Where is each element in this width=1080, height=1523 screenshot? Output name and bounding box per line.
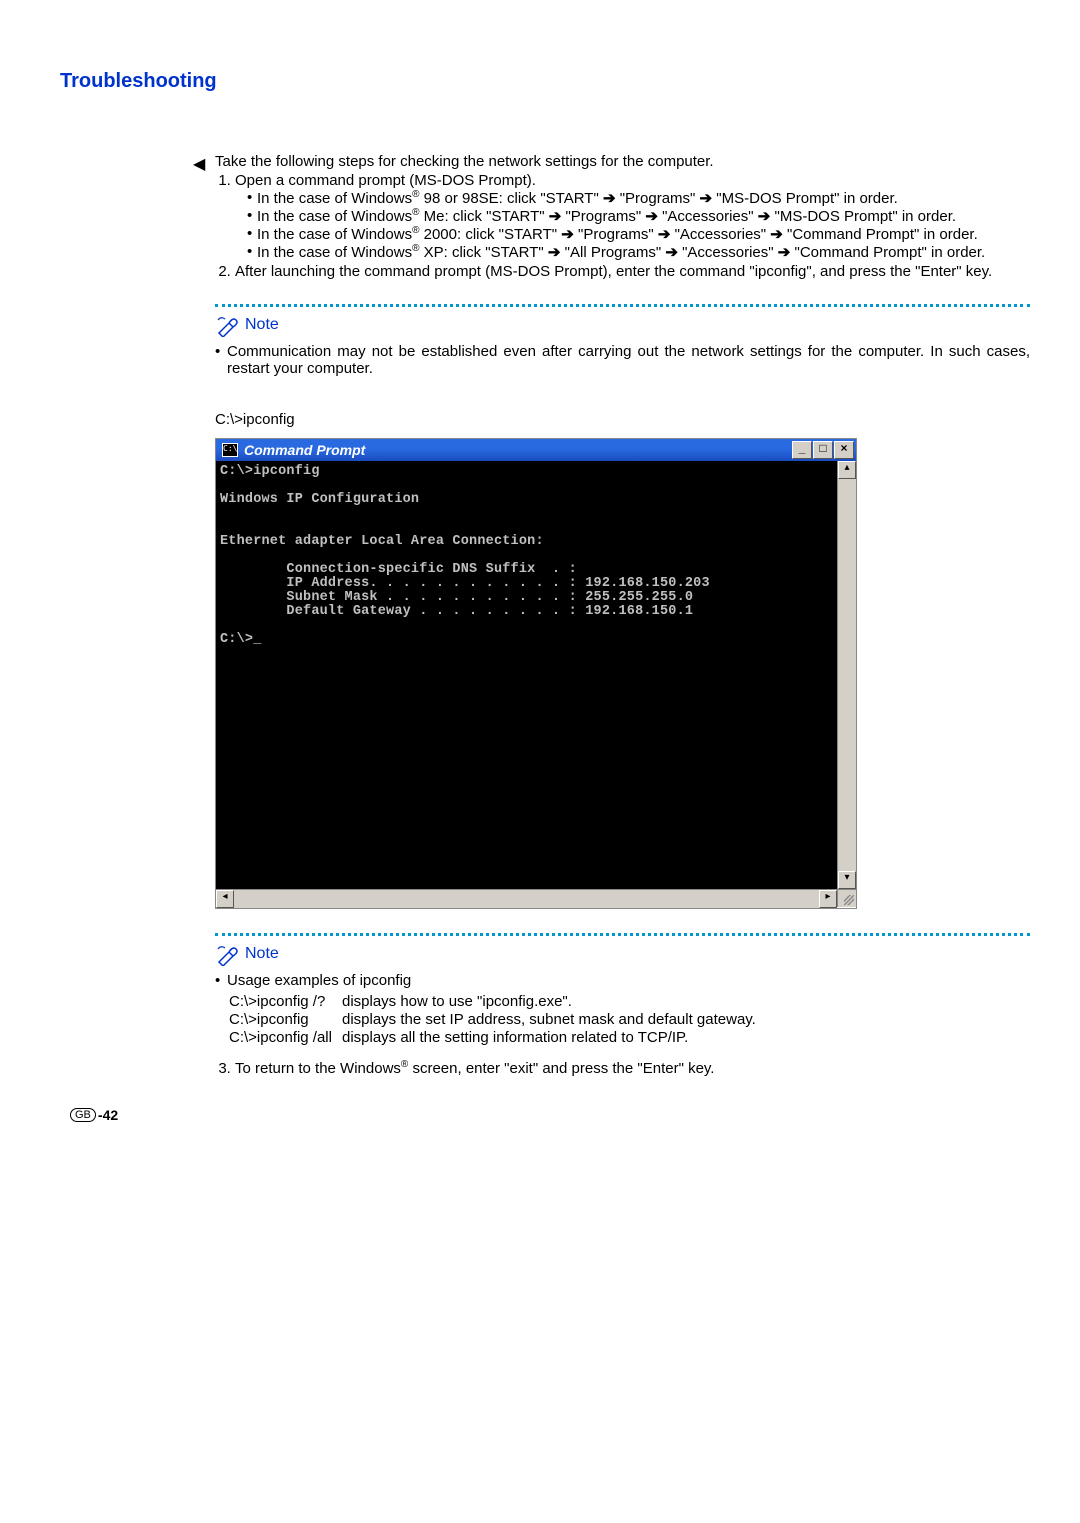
command-prompt-window: C:\ Command Prompt _ □ × C:\>ipconfig Wi… — [215, 438, 857, 909]
resize-grip[interactable] — [837, 889, 856, 907]
bullet-win2000: In the case of Windows® 2000: click "STA… — [247, 225, 1030, 243]
section-title: Troubleshooting — [60, 70, 1030, 93]
step1-text: Open a command prompt (MS-DOS Prompt). — [235, 172, 536, 189]
usage-cmd: C:\>ipconfig — [229, 1011, 342, 1029]
back-arrow-icon: ◀ — [193, 154, 205, 174]
scroll-up-button[interactable]: ▴ — [838, 461, 856, 479]
table-row: C:\>ipconfig /alldisplays all the settin… — [229, 1029, 766, 1047]
cmd-output[interactable]: C:\>ipconfig Windows IP Configuration Et… — [216, 461, 837, 889]
vertical-scrollbar[interactable]: ▴ ▾ — [837, 461, 856, 889]
close-button[interactable]: × — [834, 441, 854, 459]
bullet-win98: In the case of Windows® 98 or 98SE: clic… — [247, 189, 1030, 207]
minimize-button[interactable]: _ — [792, 441, 812, 459]
step-3: To return to the Windows® screen, enter … — [235, 1059, 1030, 1077]
scroll-down-button[interactable]: ▾ — [838, 871, 856, 889]
step-2: After launching the command prompt (MS-D… — [235, 263, 1030, 280]
horizontal-scrollbar[interactable]: ◂ ▸ — [216, 889, 837, 908]
note-1-text: Communication may not be established eve… — [215, 343, 1030, 377]
footer-page-number: -42 — [98, 1107, 118, 1123]
table-row: C:\>ipconfigdisplays the set IP address,… — [229, 1011, 766, 1029]
scroll-right-button[interactable]: ▸ — [819, 890, 837, 908]
note-2-title: Usage examples of ipconfig — [215, 972, 1030, 989]
titlebar[interactable]: C:\ Command Prompt _ □ × — [216, 439, 856, 461]
bullet-winxp: In the case of Windows® XP: click "START… — [247, 243, 1030, 261]
page-footer: GB -42 — [70, 1107, 1030, 1123]
divider-2 — [215, 933, 1030, 936]
note-icon — [215, 313, 239, 337]
note-label: Note — [245, 316, 279, 334]
maximize-button[interactable]: □ — [813, 441, 833, 459]
note-icon-2 — [215, 942, 239, 966]
scroll-left-button[interactable]: ◂ — [216, 890, 234, 908]
usage-table: C:\>ipconfig /?displays how to use "ipco… — [229, 993, 766, 1047]
intro-text: ◀ Take the following steps for checking … — [215, 153, 1030, 170]
usage-desc: displays all the setting information rel… — [342, 1029, 766, 1047]
usage-cmd: C:\>ipconfig /all — [229, 1029, 342, 1047]
prompt-label: C:\>ipconfig — [215, 411, 1030, 428]
intro-span: Take the following steps for checking th… — [215, 153, 714, 170]
cmd-app-icon: C:\ — [222, 443, 238, 457]
bullet-winme: In the case of Windows® Me: click "START… — [247, 207, 1030, 225]
usage-desc: displays the set IP address, subnet mask… — [342, 1011, 766, 1029]
table-row: C:\>ipconfig /?displays how to use "ipco… — [229, 993, 766, 1011]
step-1: Open a command prompt (MS-DOS Prompt). I… — [235, 172, 1030, 261]
scroll-track-h[interactable] — [234, 890, 819, 908]
scroll-track-v[interactable] — [838, 479, 856, 871]
divider — [215, 304, 1030, 307]
usage-cmd: C:\>ipconfig /? — [229, 993, 342, 1011]
footer-gb: GB — [70, 1108, 96, 1122]
usage-desc: displays how to use "ipconfig.exe". — [342, 993, 766, 1011]
titlebar-text: Command Prompt — [244, 442, 785, 458]
note-label-2: Note — [245, 945, 279, 963]
